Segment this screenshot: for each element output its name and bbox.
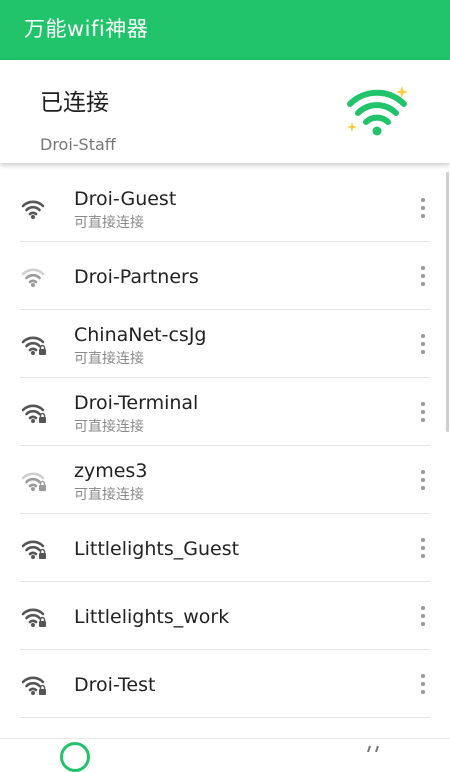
scrollbar[interactable]	[446, 172, 449, 432]
network-row-4[interactable]: zymes3 可直接连接	[0, 446, 450, 514]
network-row-3[interactable]: Droi-Terminal 可直接连接	[0, 378, 450, 446]
more-options-icon[interactable]	[413, 400, 433, 424]
wifi-lock-icon	[21, 404, 46, 423]
network-row-1[interactable]: Droi-Partners	[0, 242, 450, 310]
wifi-lock-icon	[21, 540, 46, 559]
app-title: 万能wifi神器	[24, 17, 149, 41]
more-options-icon[interactable]	[413, 604, 433, 628]
network-status: 可直接连接	[74, 419, 144, 435]
wifi-lock-icon	[21, 336, 46, 355]
network-ssid: ChinaNet-csJg	[74, 324, 207, 346]
wifi-lock-icon	[21, 676, 46, 695]
network-row-2[interactable]: ChinaNet-csJg 可直接连接	[0, 310, 450, 378]
wifi-lock-icon	[21, 608, 46, 627]
connected-card[interactable]: 已连接 Droi-Staff	[0, 60, 450, 163]
network-status: 可直接连接	[74, 215, 144, 231]
network-row-7[interactable]: Droi-Test	[0, 650, 450, 718]
wifi-weak-icon	[21, 268, 45, 287]
network-row-0[interactable]: Droi-Guest 可直接连接	[0, 174, 450, 242]
connection-status: 已连接	[40, 90, 109, 116]
row-divider	[20, 717, 430, 718]
network-status: 可直接连接	[74, 351, 144, 367]
wifi-icon	[21, 200, 45, 219]
bottom-nav-icon-2[interactable]	[366, 744, 380, 752]
more-options-icon[interactable]	[413, 672, 433, 696]
bottom-nav-icon[interactable]	[60, 742, 90, 772]
network-row-5[interactable]: Littlelights_Guest	[0, 514, 450, 582]
network-list: Droi-Guest 可直接连接 Droi-Partners ChinaNet-…	[0, 174, 450, 718]
network-ssid: Droi-Test	[74, 674, 156, 696]
network-status: 可直接连接	[74, 487, 144, 503]
network-row-6[interactable]: Littlelights_work	[0, 582, 450, 650]
network-ssid: Littlelights_work	[74, 606, 230, 628]
more-options-icon[interactable]	[413, 332, 433, 356]
network-ssid: Littlelights_Guest	[74, 538, 240, 560]
connected-ssid: Droi-Staff	[40, 135, 116, 154]
app-header: 万能wifi神器	[0, 0, 450, 60]
wifi-sparkle-icon	[347, 86, 408, 136]
more-options-icon[interactable]	[413, 264, 433, 288]
bottom-divider	[0, 738, 450, 739]
more-options-icon[interactable]	[413, 468, 433, 492]
network-ssid: Droi-Partners	[74, 266, 199, 288]
network-ssid: Droi-Terminal	[74, 392, 199, 414]
network-ssid: Droi-Guest	[74, 188, 177, 210]
network-ssid: zymes3	[74, 460, 148, 482]
more-options-icon[interactable]	[413, 196, 433, 220]
more-options-icon[interactable]	[413, 536, 433, 560]
wifi-lock-weak-icon	[21, 472, 46, 491]
